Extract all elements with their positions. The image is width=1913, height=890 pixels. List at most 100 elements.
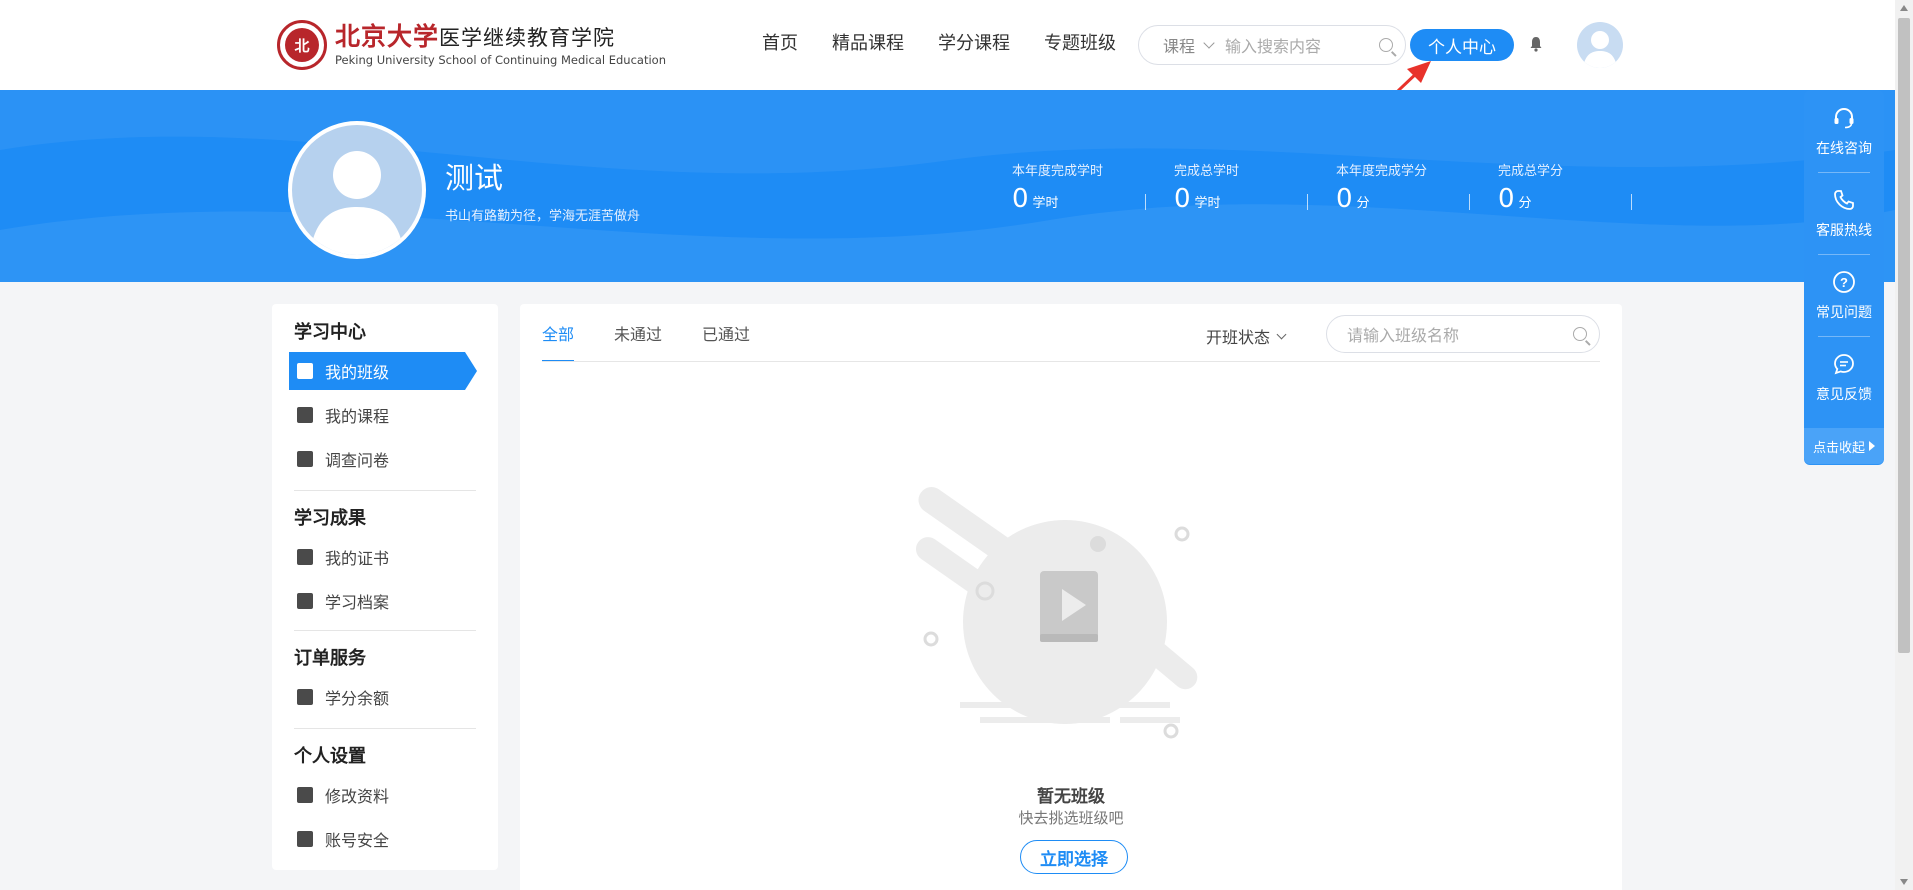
stats-row: 本年度完成学时 0 学时 完成总学时 0 学时 本年度完成学分 0分 完成总学分 0… bbox=[1012, 164, 1660, 216]
profile-name: 测试 bbox=[445, 161, 504, 195]
logo-text: 北京大学医学继续教育学院 Peking University School of… bbox=[335, 21, 666, 68]
profile-motto: 书山有路勤为径，学海无涯苦做舟 bbox=[445, 209, 641, 224]
chevron-down-icon bbox=[1276, 329, 1287, 339]
question-icon: ? bbox=[1833, 271, 1855, 293]
stat-unit: 分 bbox=[1356, 196, 1370, 211]
float-item-label: 意见反馈 bbox=[1816, 387, 1872, 403]
tab-underline bbox=[542, 361, 1600, 362]
sidebar-item-study-records[interactable]: 学习档案 bbox=[289, 582, 475, 620]
profile-avatar[interactable] bbox=[288, 121, 426, 259]
search-icon[interactable] bbox=[1573, 327, 1587, 341]
stat-label: 本年度完成学时 bbox=[1012, 164, 1104, 179]
tab-bar: 全部 未通过 已通过 bbox=[542, 304, 790, 362]
stat-unit: 学时 bbox=[1194, 196, 1221, 211]
stat-label: 本年度完成学分 bbox=[1336, 164, 1428, 179]
sidebar-item-my-classes[interactable]: 我的班级 bbox=[289, 352, 477, 390]
nav-home[interactable]: 首页 bbox=[762, 32, 798, 56]
sidebar-item-account-security[interactable]: 账号安全 bbox=[289, 820, 475, 858]
floating-service-bar: 在线咨询 客服热线 ? 常见问题 意见反馈 点击收起 bbox=[1804, 90, 1884, 465]
stat-divider bbox=[1631, 194, 1632, 210]
stat-total-hours: 完成总学时 0 学时 bbox=[1174, 164, 1336, 216]
sidebar-item-label: 学习档案 bbox=[325, 593, 390, 612]
sidebar-item-label: 我的证书 bbox=[325, 549, 390, 568]
section-title-study-center: 学习中心 bbox=[294, 322, 366, 343]
search-category-select[interactable]: 课程 bbox=[1163, 33, 1195, 57]
sidebar-item-label: 学分余额 bbox=[325, 689, 390, 708]
nav-credit-courses[interactable]: 学分课程 bbox=[938, 32, 1010, 56]
top-header: 北 北京大学医学继续教育学院 Peking University School … bbox=[0, 0, 1895, 145]
feedback-button[interactable]: 意见反馈 bbox=[1804, 336, 1884, 416]
sidebar-divider bbox=[294, 490, 476, 491]
stat-unit: 学时 bbox=[1032, 196, 1059, 211]
phone-icon bbox=[1834, 190, 1854, 210]
sidebar-item-label: 账号安全 bbox=[325, 831, 390, 850]
hotline-button[interactable]: 客服热线 bbox=[1804, 172, 1884, 252]
class-status-filter[interactable]: 开班状态 bbox=[1206, 324, 1287, 348]
sidebar-divider bbox=[294, 630, 476, 631]
tab-passed[interactable]: 已通过 bbox=[702, 304, 750, 362]
nav-featured-courses[interactable]: 精品课程 bbox=[832, 32, 904, 56]
stat-divider bbox=[1469, 194, 1470, 210]
class-search: 请输入班级名称 bbox=[1326, 315, 1600, 353]
sidebar-item-edit-profile[interactable]: 修改资料 bbox=[289, 776, 475, 814]
left-sidebar: 学习中心 我的班级 我的课程 调查问卷 学习成果 我的证书 学习档案 订单服务 … bbox=[272, 304, 498, 870]
bell-icon[interactable] bbox=[1529, 36, 1543, 52]
shield-icon bbox=[297, 831, 313, 847]
section-title-orders: 订单服务 bbox=[294, 648, 366, 669]
class-search-input[interactable]: 请输入班级名称 bbox=[1347, 322, 1573, 346]
scroll-down-arrow-icon[interactable] bbox=[1900, 879, 1908, 885]
class-icon bbox=[297, 363, 313, 379]
archive-icon bbox=[297, 593, 313, 609]
main-panel: 全部 未通过 已通过 开班状态 请输入班级名称 暂无班级 快去挑选班级吧 立即选… bbox=[520, 304, 1622, 890]
avatar-silhouette-icon bbox=[310, 151, 404, 255]
yen-icon bbox=[297, 689, 313, 705]
collapse-float-bar-button[interactable]: 点击收起 bbox=[1804, 428, 1884, 464]
user-avatar[interactable] bbox=[1577, 22, 1623, 68]
search-icon[interactable] bbox=[1379, 38, 1393, 52]
stat-value: 0 bbox=[1174, 184, 1191, 214]
float-item-label: 客服热线 bbox=[1816, 223, 1872, 239]
logo-cn-sub: 医学继续教育学院 bbox=[439, 25, 616, 50]
empty-state-title: 暂无班级 bbox=[1037, 787, 1105, 807]
sidebar-item-credit-balance[interactable]: 学分余额 bbox=[289, 678, 475, 716]
sidebar-item-label: 调查问卷 bbox=[325, 451, 390, 470]
stat-label: 完成总学时 bbox=[1174, 164, 1240, 179]
stat-year-hours: 本年度完成学时 0 学时 bbox=[1012, 164, 1174, 216]
stat-divider bbox=[1145, 194, 1146, 210]
nav-special-classes[interactable]: 专题班级 bbox=[1044, 32, 1116, 56]
stat-value: 0 bbox=[1012, 184, 1029, 214]
svg-text:?: ? bbox=[1840, 275, 1848, 290]
logo-cn-main: 北京大学 bbox=[335, 21, 440, 51]
user-edit-icon bbox=[297, 787, 313, 803]
float-item-label: 常见问题 bbox=[1816, 305, 1872, 321]
faq-button[interactable]: ? 常见问题 bbox=[1804, 254, 1884, 334]
tab-all[interactable]: 全部 bbox=[542, 304, 575, 362]
certificate-icon bbox=[297, 549, 313, 565]
logo-cn: 北京大学医学继续教育学院 bbox=[335, 21, 666, 52]
scroll-thumb[interactable] bbox=[1898, 18, 1910, 653]
stat-divider bbox=[1307, 194, 1308, 210]
chat-bubble-icon bbox=[1834, 354, 1854, 375]
empty-state-illustration bbox=[915, 487, 1198, 739]
logo-seal-text: 北 bbox=[285, 28, 319, 62]
choose-class-button[interactable]: 立即选择 bbox=[1020, 840, 1128, 874]
float-item-label: 在线咨询 bbox=[1816, 141, 1872, 157]
stat-unit: 分 bbox=[1518, 196, 1532, 211]
search-input[interactable]: 输入搜索内容 bbox=[1225, 33, 1379, 57]
sidebar-item-survey[interactable]: 调查问卷 bbox=[289, 440, 475, 478]
tab-not-passed[interactable]: 未通过 bbox=[614, 304, 662, 362]
chevron-down-icon[interactable] bbox=[1203, 36, 1215, 49]
collapse-label: 点击收起 bbox=[1812, 440, 1865, 456]
sidebar-item-label: 修改资料 bbox=[325, 787, 390, 806]
clipboard-icon bbox=[297, 451, 313, 467]
sidebar-item-my-courses[interactable]: 我的课程 bbox=[289, 396, 475, 434]
scroll-up-arrow-icon[interactable] bbox=[1900, 5, 1908, 11]
online-consult-button[interactable]: 在线咨询 bbox=[1804, 90, 1884, 170]
page-scrollbar[interactable] bbox=[1895, 0, 1913, 890]
sidebar-item-certificates[interactable]: 我的证书 bbox=[289, 538, 475, 576]
site-logo[interactable]: 北 北京大学医学继续教育学院 Peking University School … bbox=[277, 20, 666, 70]
empty-state-subtitle: 快去挑选班级吧 bbox=[1018, 809, 1124, 827]
logo-seal: 北 bbox=[277, 20, 327, 70]
stat-value: 0 bbox=[1336, 184, 1353, 214]
section-title-achievements: 学习成果 bbox=[294, 508, 366, 529]
